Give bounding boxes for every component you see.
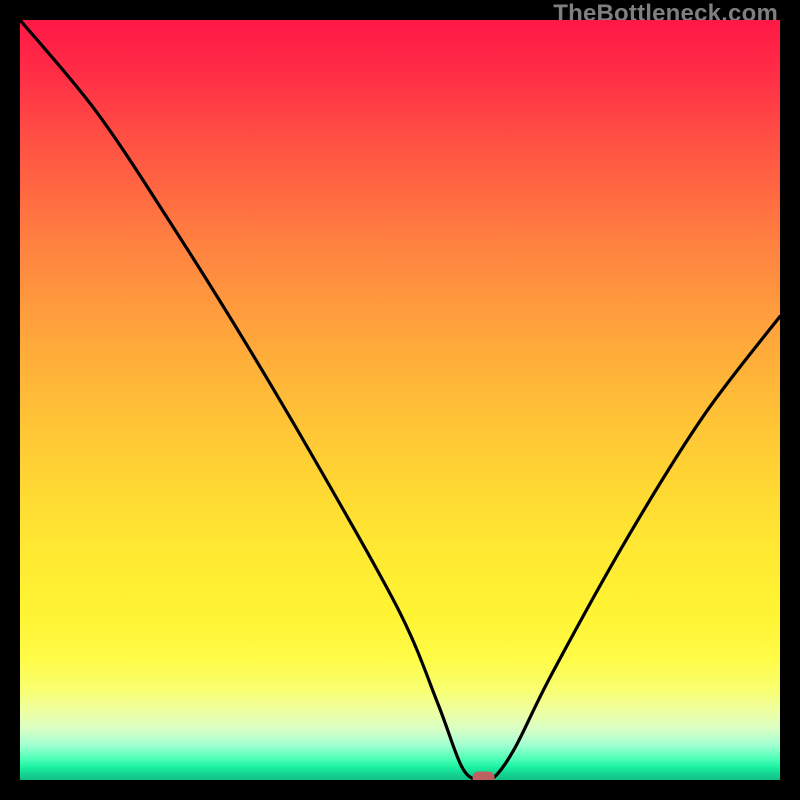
optimum-marker	[473, 772, 495, 781]
bottleneck-curve	[20, 20, 780, 780]
plot-area	[20, 20, 780, 780]
chart-container: TheBottleneck.com	[0, 0, 800, 800]
curve-layer	[20, 20, 780, 780]
